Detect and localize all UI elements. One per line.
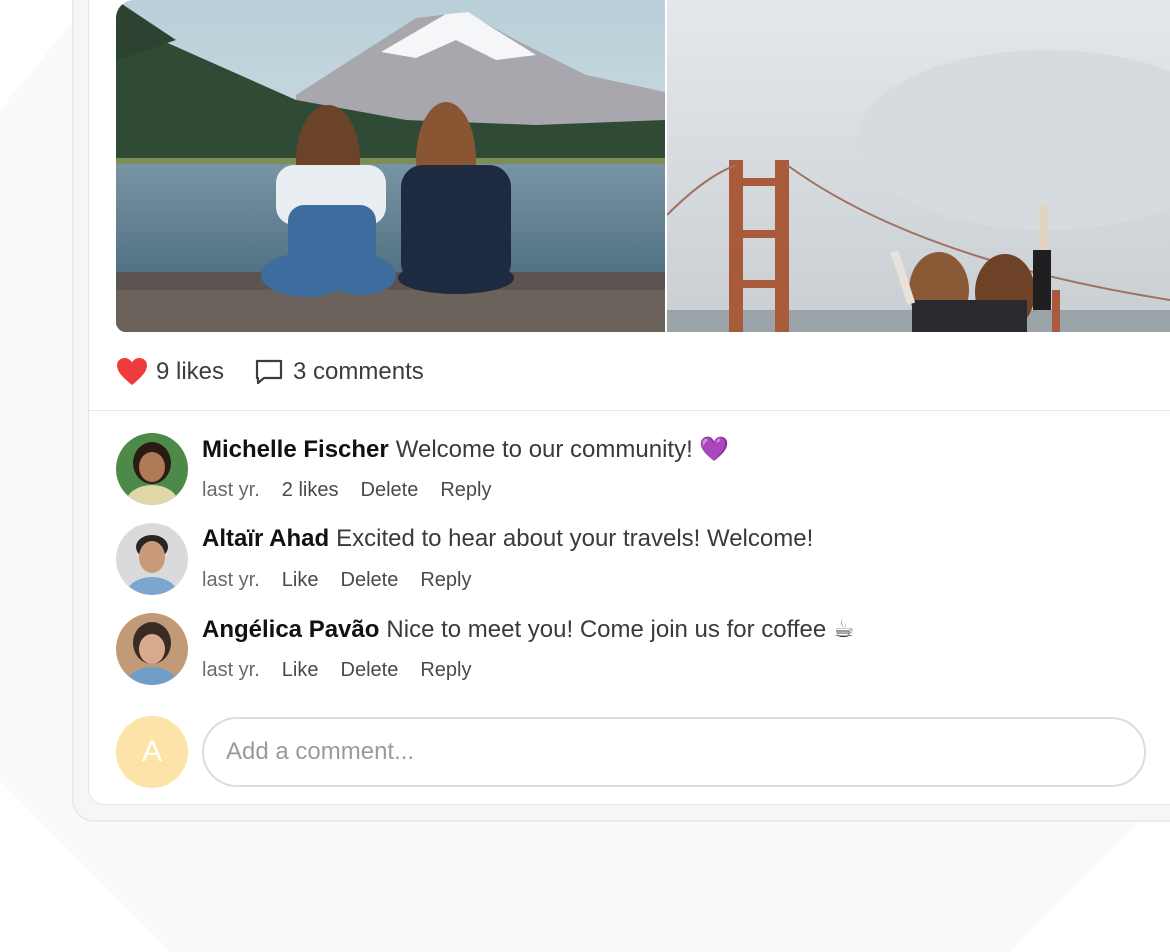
add-comment-input[interactable]	[202, 717, 1146, 787]
speech-bubble-icon	[254, 358, 284, 386]
comment-timestamp: last yr.	[202, 659, 260, 681]
lake-photo-image	[116, 0, 665, 332]
delete-button[interactable]: Delete	[361, 479, 419, 502]
reply-button[interactable]: Reply	[440, 479, 491, 502]
comment-body: Welcome to our community! 💜	[395, 436, 730, 463]
heart-icon	[117, 358, 147, 386]
comment-item: Altaïr Ahad Excited to hear about your tr…	[116, 523, 1156, 597]
comment-text-line: Altaïr Ahad Excited to hear about your tr…	[202, 525, 813, 553]
comment-author[interactable]: Altaïr Ahad	[202, 525, 329, 552]
post-photo-bridge[interactable]	[667, 0, 1170, 332]
comment-item: Michelle Fischer Welcome to our community…	[116, 433, 1156, 507]
comment-author[interactable]: Angélica Pavão	[202, 616, 379, 643]
comment-text-line: Michelle Fischer Welcome to our community…	[202, 435, 729, 464]
comment-timestamp: last yr.	[202, 569, 260, 591]
comment-item: Angélica Pavão Nice to meet you! Come joi…	[116, 613, 1156, 687]
avatar[interactable]	[116, 433, 188, 505]
comment-timestamp: last yr.	[202, 479, 260, 501]
post-stats: 9 likes 3 comments	[117, 354, 424, 390]
comments-count: 3 comments	[293, 358, 424, 385]
delete-button[interactable]: Delete	[341, 659, 399, 682]
reply-button[interactable]: Reply	[420, 569, 471, 592]
like-button[interactable]: Like	[282, 659, 319, 682]
comment-meta: last yr. Like Delete Reply	[202, 569, 471, 592]
comment-text-line: Angélica Pavão Nice to meet you! Come joi…	[202, 615, 854, 644]
comment-body: Nice to meet you! Come join us for coffe…	[386, 616, 855, 643]
bridge-photo-image	[667, 0, 1170, 332]
post-photo-lake[interactable]	[116, 0, 665, 332]
comment-author[interactable]: Michelle Fischer	[202, 436, 389, 463]
delete-button[interactable]: Delete	[341, 569, 399, 592]
comment-body: Excited to hear about your travels! Welc…	[336, 525, 814, 552]
current-user-avatar: A	[116, 716, 188, 788]
comments-stat[interactable]: 3 comments	[254, 358, 424, 386]
comment-meta: last yr. 2 likes Delete Reply	[202, 479, 491, 502]
comment-meta: last yr. Like Delete Reply	[202, 659, 471, 682]
like-button[interactable]: Like	[282, 569, 319, 592]
post-view: 9 likes 3 comments Michelle Fischer Welco…	[0, 0, 1170, 952]
reply-button[interactable]: Reply	[420, 659, 471, 682]
likes-stat[interactable]: 9 likes	[117, 358, 224, 386]
avatar[interactable]	[116, 613, 188, 685]
avatar[interactable]	[116, 523, 188, 595]
stats-divider	[89, 410, 1170, 411]
comment-likes-count[interactable]: 2 likes	[282, 479, 339, 502]
likes-count: 9 likes	[156, 358, 225, 385]
